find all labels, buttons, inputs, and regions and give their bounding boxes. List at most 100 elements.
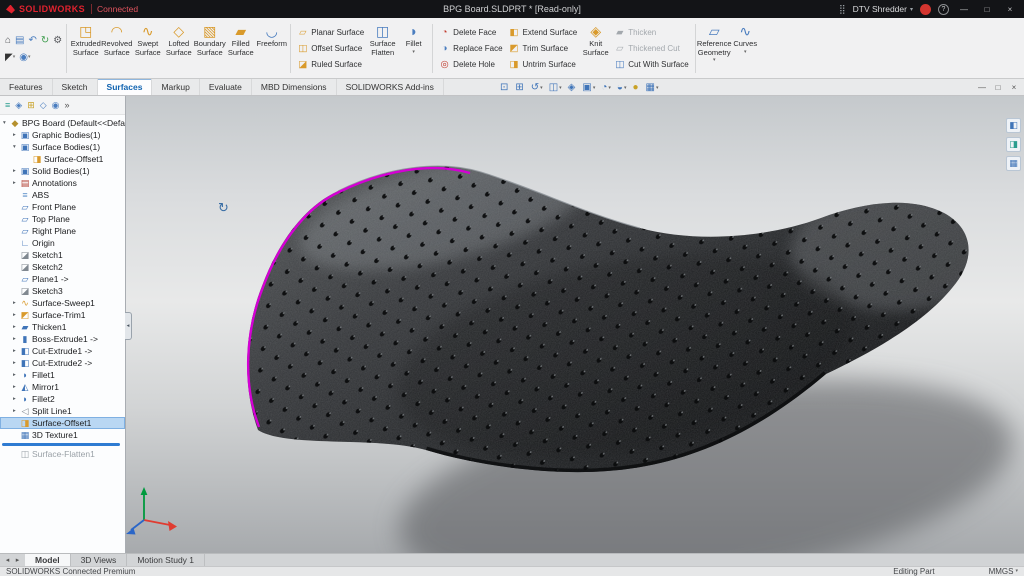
tree-item[interactable]: ▸ ◩ Surface-Trim1: [0, 309, 125, 321]
offset-surface-button[interactable]: ◫ Offset Surface: [294, 41, 367, 56]
expand-arrow-icon[interactable]: ▸: [13, 336, 20, 342]
tree-item[interactable]: ▱ Right Plane: [0, 225, 125, 237]
rebuild-icon[interactable]: ↻: [40, 34, 50, 47]
command-tab[interactable]: Features: [0, 79, 53, 95]
tree-item[interactable]: ≡ ABS: [0, 189, 125, 201]
right-pane-scene-icon[interactable]: ▦: [1006, 156, 1021, 171]
previous-view-icon[interactable]: ↺ ▾: [529, 82, 545, 93]
expand-arrow-icon[interactable]: ▸: [13, 168, 20, 174]
command-tab[interactable]: Markup: [152, 79, 199, 95]
tree-item[interactable]: ▸ ◧ Cut-Extrude1 ->: [0, 345, 125, 357]
replace-face-button[interactable]: ◑ Replace Face: [436, 41, 505, 56]
tree-item[interactable]: ◨ Surface-Offset1: [0, 153, 125, 165]
bottom-tab[interactable]: Motion Study 1: [127, 554, 205, 566]
section-view-icon[interactable]: ◫ ▾: [547, 82, 564, 93]
tree-item[interactable]: ◪ Sketch3: [0, 285, 125, 297]
expand-arrow-icon[interactable]: ▸: [13, 132, 20, 138]
displaymanager-tab-icon[interactable]: ◉: [52, 100, 60, 111]
minimize-button[interactable]: —: [956, 5, 972, 14]
expand-arrow-icon[interactable]: ▸: [13, 384, 20, 390]
doc-minimize-icon[interactable]: —: [975, 83, 989, 92]
cut-with-surface-button[interactable]: ◫ Cut With Surface: [611, 57, 691, 72]
tree-item[interactable]: ▸ ◁ Split Line1: [0, 405, 125, 417]
tree-item[interactable]: ▸ ◧ Cut-Extrude2 ->: [0, 357, 125, 369]
trim-surface-button[interactable]: ◩ Trim Surface: [506, 41, 581, 56]
tab-overflow-icon[interactable]: »: [65, 100, 70, 110]
tree-item[interactable]: ▸ ∿ Surface-Sweep1: [0, 297, 125, 309]
account-menu[interactable]: DTV Shredder ▾: [853, 4, 913, 14]
model-canvas[interactable]: [126, 96, 1024, 553]
tree-item[interactable]: ▱ Plane1 ->: [0, 273, 125, 285]
planar-surface-button[interactable]: ▱ Planar Surface: [294, 25, 367, 40]
expand-arrow-icon[interactable]: ▸: [13, 324, 20, 330]
avatar[interactable]: [920, 4, 931, 15]
display-style-icon[interactable]: ◔ ▾: [599, 82, 613, 93]
expand-arrow-icon[interactable]: ▸: [13, 348, 20, 354]
surface-flatten-button[interactable]: ◫ Surface Flatten: [367, 20, 398, 77]
tree-item[interactable]: ▸ ◭ Mirror1: [0, 381, 125, 393]
tree-item[interactable]: ▾ ▣ Surface Bodies(1): [0, 141, 125, 153]
edit-appearance-icon[interactable]: ●: [630, 82, 641, 93]
expand-arrow-icon[interactable]: ▸: [13, 396, 20, 402]
doc-restore-icon[interactable]: □: [991, 83, 1005, 92]
untrim-surface-button[interactable]: ◨ Untrim Surface: [506, 57, 581, 72]
right-pane-display-icon[interactable]: ◧: [1006, 118, 1021, 133]
select-arrow-icon[interactable]: ◤▾: [4, 51, 16, 64]
reference-geometry-button[interactable]: ▱ Reference Geometry ▾: [699, 20, 730, 77]
tree-item[interactable]: ◪ Sketch2: [0, 261, 125, 273]
tree-item[interactable]: [0, 441, 125, 448]
filled-surface-button[interactable]: ▰ Filled Surface: [225, 20, 256, 77]
expand-arrow-icon[interactable]: ▸: [13, 180, 20, 186]
home-icon[interactable]: ⌂: [4, 34, 12, 47]
command-tab[interactable]: MBD Dimensions: [252, 79, 337, 95]
boundary-surface-button[interactable]: ▧ Boundary Surface: [194, 20, 225, 77]
expand-arrow-icon[interactable]: ▸: [13, 360, 20, 366]
dynamic-annotation-icon[interactable]: ◈: [566, 82, 579, 93]
zoom-area-icon[interactable]: ⊞: [513, 82, 526, 93]
maximize-button[interactable]: □: [979, 5, 995, 14]
zoom-fit-icon[interactable]: ⊡: [498, 82, 511, 93]
tree-item[interactable]: ▱ Top Plane: [0, 213, 125, 225]
tree-item[interactable]: ▸ ▤ Annotations: [0, 177, 125, 189]
scroll-left-icon[interactable]: ◂: [3, 556, 12, 564]
curves-button[interactable]: ∿ Curves ▾: [730, 20, 761, 77]
tree-item[interactable]: ▸ ◗ Fillet1: [0, 369, 125, 381]
undo-icon[interactable]: ↶: [28, 34, 38, 47]
expand-arrow-icon[interactable]: ▸: [13, 372, 20, 378]
featuremanager-tab-icon[interactable]: ≡: [5, 100, 10, 110]
tree-item[interactable]: ◪ Sketch1: [0, 249, 125, 261]
options-icon[interactable]: ⚙: [52, 34, 63, 47]
tree-item[interactable]: ◫ Surface-Flatten1: [0, 448, 125, 460]
delete-hole-button[interactable]: ◎ Delete Hole: [436, 57, 505, 72]
viewport[interactable]: ↻ ◧ ◨ ▦: [126, 96, 1024, 553]
expand-arrow-icon[interactable]: ▸: [13, 300, 20, 306]
tree-item[interactable]: ▸ ▰ Thicken1: [0, 321, 125, 333]
expand-arrow-icon[interactable]: ▸: [13, 408, 20, 414]
extend-surface-button[interactable]: ◧ Extend Surface: [506, 25, 581, 40]
thicken-button[interactable]: ▰ Thicken: [611, 25, 691, 40]
ruled-surface-button[interactable]: ◪ Ruled Surface: [294, 57, 367, 72]
thickened-cut-button[interactable]: ▱ Thickened Cut: [611, 41, 691, 56]
command-tab[interactable]: Sketch: [53, 79, 98, 95]
panel-collapse-handle[interactable]: ◂: [125, 312, 132, 340]
configurationmanager-tab-icon[interactable]: ⊞: [27, 100, 35, 111]
revolved-surface-button[interactable]: ◠ Revolved Surface: [101, 20, 132, 77]
tree-item[interactable]: ▸ ▮ Boss-Extrude1 ->: [0, 333, 125, 345]
scene-icon[interactable]: ▦ ▾: [644, 82, 661, 93]
tree-item[interactable]: ▦ 3D Texture1: [0, 429, 125, 441]
apps-grid-icon[interactable]: ⣿: [839, 4, 846, 15]
doc-close-icon[interactable]: ×: [1007, 83, 1021, 92]
knit-surface-button[interactable]: ◈ Knit Surface: [580, 20, 611, 77]
command-tab[interactable]: Surfaces: [98, 79, 153, 95]
hide-show-items-icon[interactable]: ◒ ▾: [615, 82, 629, 93]
tree-item[interactable]: ∟ Origin: [0, 237, 125, 249]
bottom-tab[interactable]: 3D Views: [71, 554, 128, 566]
tree-item[interactable]: ▸ ◗ Fillet2: [0, 393, 125, 405]
units-selector[interactable]: MMGS ▾: [989, 567, 1018, 576]
swept-surface-button[interactable]: ∿ Swept Surface: [132, 20, 163, 77]
view-orientation-icon[interactable]: ▣ ▾: [580, 82, 597, 93]
display-settings-icon[interactable]: ◉▾: [18, 51, 31, 64]
command-tab[interactable]: SOLIDWORKS Add-ins: [337, 79, 444, 95]
dimxpertmanager-tab-icon[interactable]: ◇: [40, 100, 47, 111]
expand-arrow-icon[interactable]: ▸: [13, 312, 20, 318]
